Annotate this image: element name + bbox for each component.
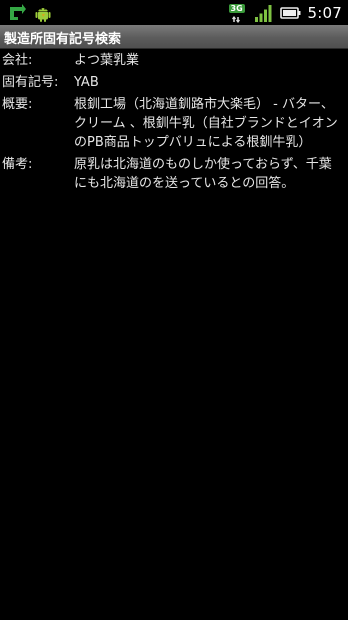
network-3g-icon: 3G (228, 3, 248, 23)
notes-value: 原乳は北海道のものしか使っておらず、千葉にも北海道のを送っているとの回答。 (74, 157, 332, 191)
detail-row-code: 固有記号: YAB (0, 73, 348, 92)
app-title-bar: 製造所固有記号検索 (0, 25, 348, 49)
android-debug-icon (32, 2, 54, 24)
status-bar: 3G 5:07 (0, 0, 348, 25)
detail-row-company: 会社: よつ葉乳業 (0, 51, 348, 70)
signal-icon (254, 3, 274, 23)
code-value: YAB (74, 75, 99, 90)
company-value: よつ葉乳業 (74, 53, 140, 68)
battery-icon (279, 3, 302, 23)
summary-label: 概要: (2, 97, 33, 112)
detail-row-notes: 備考: 原乳は北海道のものしか使っておらず、千葉にも北海道のを送っているとの回答… (0, 155, 348, 193)
detail-list: 会社: よつ葉乳業 固有記号: YAB 概要: 根釧工場（北海道釧路市大楽毛） … (0, 51, 348, 196)
sync-icon (6, 2, 28, 24)
page-title: 製造所固有記号検索 (4, 32, 122, 47)
clock: 5:07 (307, 3, 342, 22)
system-icons: 3G 5:07 (228, 0, 342, 25)
company-label: 会社: (2, 53, 33, 68)
notes-label: 備考: (2, 157, 33, 172)
summary-value: 根釧工場（北海道釧路市大楽毛） - バター、クリーム 、根釧牛乳（自社ブランドと… (74, 97, 338, 150)
notification-icons (6, 1, 54, 24)
detail-row-summary: 概要: 根釧工場（北海道釧路市大楽毛） - バター、クリーム 、根釧牛乳（自社ブ… (0, 95, 348, 152)
code-label: 固有記号: (2, 75, 59, 90)
